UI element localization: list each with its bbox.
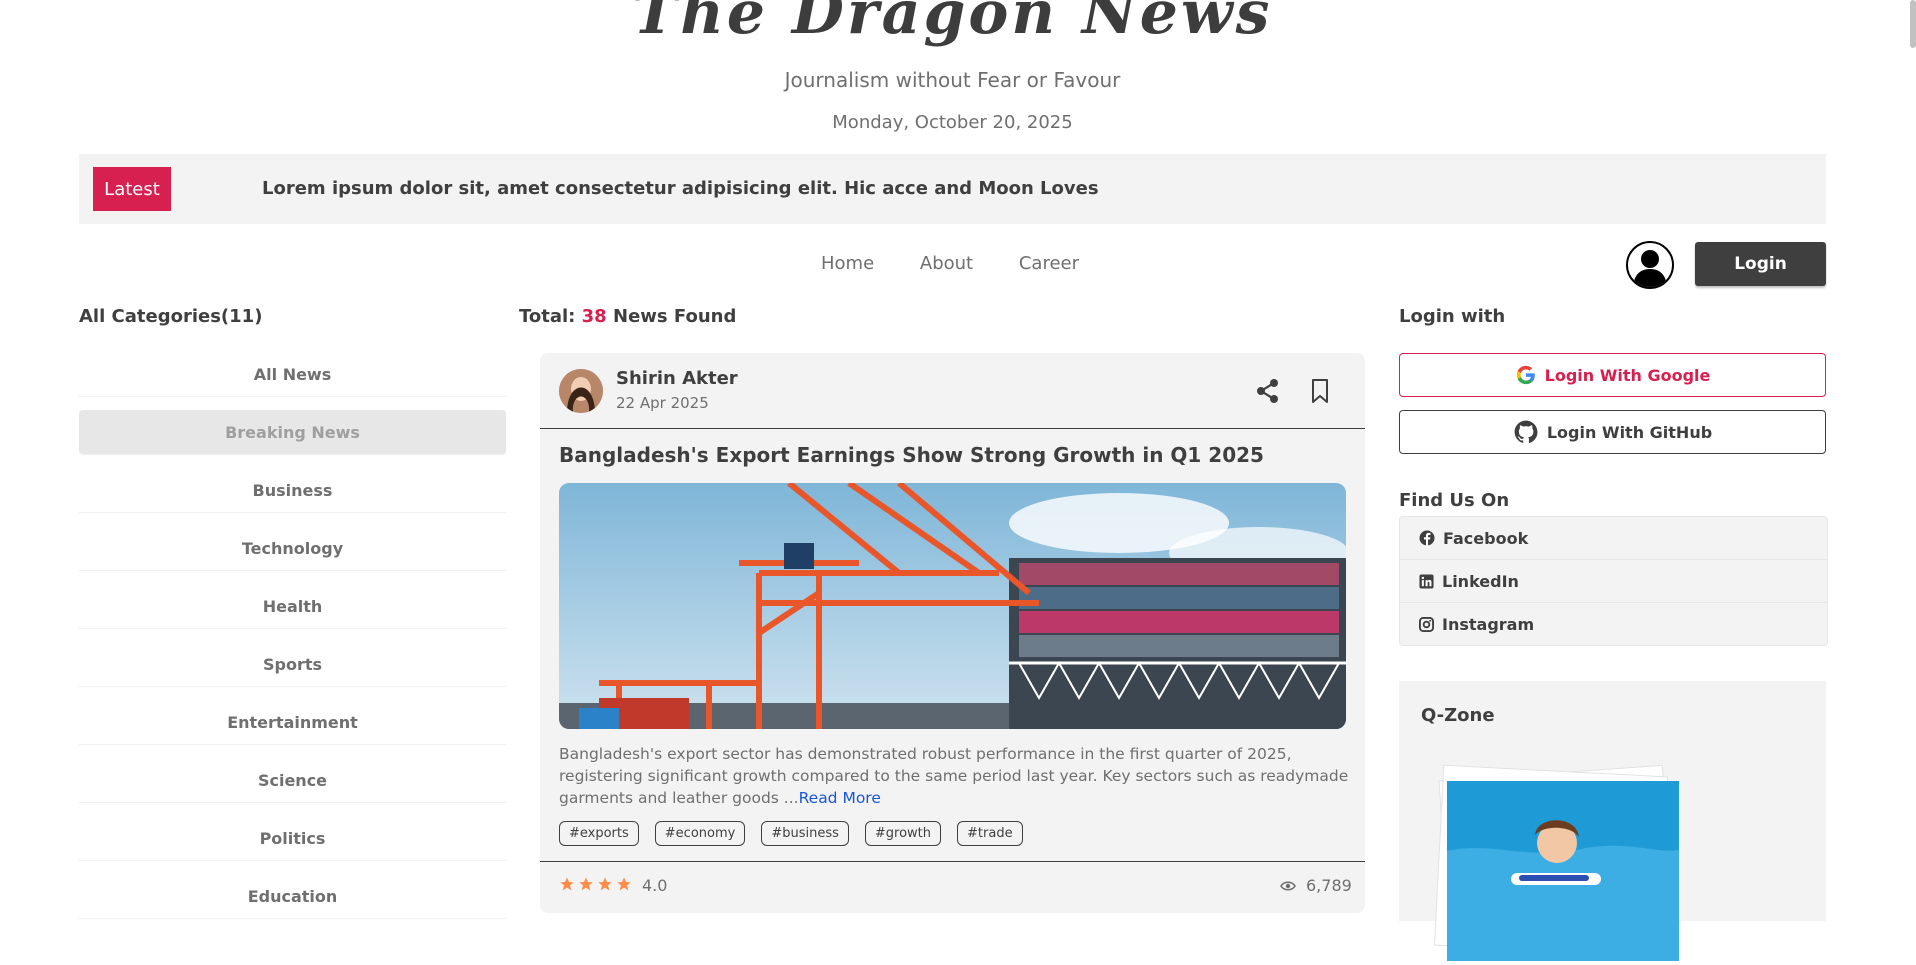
tag[interactable]: #growth [864,821,942,846]
google-icon [1516,365,1535,385]
login-github-button[interactable]: Login With GitHub [1399,410,1826,454]
qzone-title: Q-Zone [1421,705,1495,726]
site-tagline: Journalism without Fear or Favour [784,68,1121,92]
tag[interactable]: #business [761,821,849,846]
user-icon [1633,250,1667,287]
social-links: Facebook LinkedIn Instagram [1399,516,1828,646]
nav-about[interactable]: About [920,253,973,274]
share-icon[interactable] [1255,378,1281,404]
categories-title: All Categories(11) [79,306,263,327]
nav-career[interactable]: Career [1019,253,1079,274]
category-item[interactable]: Business [79,468,506,513]
eye-icon [1280,881,1296,891]
category-item-active[interactable]: Breaking News [79,410,506,455]
find-us-title: Find Us On [1399,490,1510,511]
rating-stars [559,876,632,892]
tag[interactable]: #trade [957,821,1023,846]
star-icon [617,877,631,891]
total-prefix: Total: [519,306,576,327]
main-nav: Home About Career [0,253,1900,274]
category-item[interactable]: All News [79,352,506,397]
publish-date: 22 Apr 2025 [616,394,709,412]
ticker-headline[interactable]: Lorem ipsum dolor sit, amet consectetur … [262,178,1099,199]
qzone-card[interactable] [1431,761,1681,962]
category-list: All News Breaking News Business Technolo… [79,352,506,932]
login-github-label: Login With GitHub [1546,422,1713,442]
latest-button[interactable]: Latest [93,167,171,211]
star-icon [579,877,593,891]
linkedin-label: LinkedIn [1442,571,1519,591]
instagram-icon [1419,616,1434,632]
card-footer: 4.0 6,789 [540,861,1365,913]
linkedin-icon [1419,573,1434,589]
news-total: Total: 38 News Found [519,306,736,327]
facebook-label: Facebook [1443,528,1529,548]
read-more-link[interactable]: Read More [799,789,881,807]
page-scrollbar[interactable] [1910,0,1916,48]
linkedin-link[interactable]: LinkedIn [1400,560,1827,603]
category-item[interactable]: Technology [79,526,506,571]
login-button[interactable]: Login [1695,242,1826,286]
current-date: Monday, October 20, 2025 [832,112,1073,133]
instagram-link[interactable]: Instagram [1400,603,1827,645]
view-count: 6,789 [1306,876,1352,895]
user-avatar[interactable] [1626,241,1674,289]
category-item[interactable]: Politics [79,816,506,861]
category-item[interactable]: Health [79,584,506,629]
news-description: Bangladesh's export sector has demonstra… [559,743,1349,809]
facebook-link[interactable]: Facebook [1400,517,1827,560]
login-google-label: Login With Google [1544,365,1711,385]
tag[interactable]: #exports [559,821,639,846]
author-avatar [559,369,603,413]
category-item[interactable]: Sports [79,642,506,687]
tag-list: #exports #economy #business #growth #tra… [559,821,1023,846]
total-suffix: News Found [613,306,737,327]
news-image[interactable] [559,483,1346,729]
card-header: Shirin Akter 22 Apr 2025 [540,353,1365,429]
total-count: 38 [581,306,607,327]
instagram-label: Instagram [1442,614,1535,634]
bookmark-icon[interactable] [1308,377,1332,405]
login-google-button[interactable]: Login With Google [1399,353,1826,397]
latest-news-ticker: Latest Lorem ipsum dolor sit, amet conse… [79,154,1826,224]
github-icon [1514,420,1538,443]
author-name[interactable]: Shirin Akter [616,368,738,389]
rating-value: 4.0 [642,876,668,895]
star-icon [560,877,574,891]
tag[interactable]: #economy [654,821,746,846]
q-zone: Q-Zone [1399,681,1826,962]
category-item[interactable]: Entertainment [79,700,506,745]
category-item[interactable]: Science [79,758,506,803]
facebook-icon [1419,530,1435,546]
news-title[interactable]: Bangladesh's Export Earnings Show Strong… [559,443,1264,467]
star-icon [598,877,612,891]
nav-home[interactable]: Home [821,253,874,274]
news-card: Shirin Akter 22 Apr 2025 Bangladesh's Ex… [540,353,1365,913]
category-item[interactable]: Education [79,874,506,919]
site-logo-title: The Dragon News [632,0,1273,48]
description-text: Bangladesh's export sector has demonstra… [559,745,1349,807]
login-with-title: Login with [1399,306,1506,327]
